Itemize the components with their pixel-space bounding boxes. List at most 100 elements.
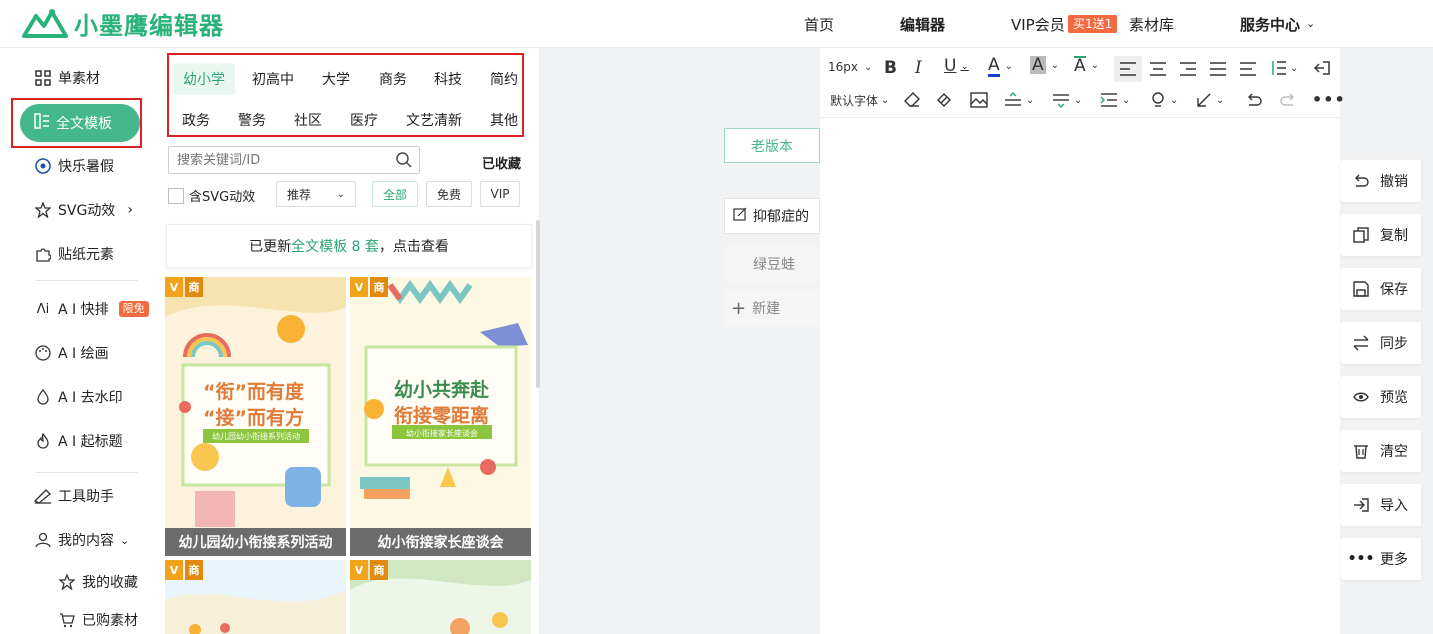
- leftnav-purchased[interactable]: 已购素材: [58, 610, 138, 630]
- category-other[interactable]: 其他: [490, 110, 518, 130]
- new-article-button[interactable]: + 新建: [724, 290, 820, 326]
- leftnav-single-material[interactable]: 单素材: [34, 68, 100, 88]
- align-right-icon[interactable]: [1180, 62, 1196, 76]
- template-card[interactable]: “衔”而有度 “接”而有方 幼儿园幼小衔接系列活动 V商 幼儿园幼小衔接系列活动: [165, 277, 346, 556]
- bulb-icon[interactable]: ⌄: [1150, 92, 1178, 108]
- leftnav-favorites[interactable]: 我的收藏: [58, 572, 138, 592]
- nav-vip[interactable]: VIP会员: [1011, 14, 1065, 35]
- draft-item[interactable]: 绿豆蛙: [724, 246, 820, 282]
- search-icon[interactable]: [395, 151, 413, 173]
- more-button[interactable]: ••• 更多: [1340, 538, 1421, 580]
- category-community[interactable]: 社区: [294, 110, 322, 130]
- font-family-select[interactable]: 默认字体 ⌄: [830, 92, 889, 109]
- format-brush-icon[interactable]: [936, 92, 952, 108]
- category-simple[interactable]: 简约: [490, 69, 518, 89]
- logo[interactable]: 小墨鹰编辑器: [22, 6, 224, 41]
- bold-icon[interactable]: B: [884, 58, 897, 78]
- line-height-icon[interactable]: ⌄: [1270, 60, 1298, 76]
- align-center-icon[interactable]: [1150, 62, 1166, 76]
- v-icon: V: [350, 277, 368, 297]
- category-medical[interactable]: 医疗: [350, 110, 378, 130]
- underline-icon[interactable]: U ⌄: [944, 56, 969, 76]
- arrow-icon[interactable]: ⌄: [1196, 92, 1224, 108]
- undo-button[interactable]: 撤销: [1340, 160, 1421, 202]
- leftnav-ai-draw[interactable]: A I 绘画: [34, 343, 109, 363]
- more-icon[interactable]: •••: [1312, 90, 1346, 109]
- undo-icon[interactable]: [1246, 92, 1262, 108]
- import-button[interactable]: 导入: [1340, 484, 1421, 526]
- thumb-line1: “衔”而有度: [203, 381, 304, 403]
- copy-button[interactable]: 复制: [1340, 214, 1421, 256]
- indent-both-icon[interactable]: ⌄: [1100, 92, 1130, 108]
- leftnav-ai-watermark[interactable]: A I 去水印: [34, 387, 123, 407]
- panel-scrollbar[interactable]: [536, 220, 540, 388]
- italic-icon[interactable]: I: [915, 58, 922, 78]
- import-icon[interactable]: [1314, 60, 1330, 76]
- svg-filter-checkbox[interactable]: 含SVG动效: [168, 186, 255, 205]
- category-university[interactable]: 大学: [322, 69, 350, 89]
- indent-icon[interactable]: [1240, 62, 1256, 76]
- template-card[interactable]: V商: [350, 560, 531, 634]
- vip-corner-badge: V商: [350, 277, 388, 297]
- filter-all[interactable]: 全部: [372, 181, 418, 207]
- nav-materials[interactable]: 素材库: [1129, 14, 1174, 35]
- font-size-select[interactable]: 16px ⌄: [828, 60, 872, 74]
- leftnav-summer[interactable]: 快乐暑假: [34, 156, 114, 176]
- filter-free[interactable]: 免费: [426, 181, 472, 207]
- sync-icon: [1352, 334, 1370, 352]
- leftnav-svg[interactable]: SVG动效 ›: [34, 200, 133, 220]
- old-version-button[interactable]: 老版本: [724, 128, 820, 163]
- font-size-value: 16px: [828, 60, 858, 74]
- nav-home[interactable]: 首页: [804, 14, 834, 35]
- image-icon[interactable]: [970, 92, 988, 108]
- vip-corner-badge: V商: [350, 560, 388, 580]
- leftnav-sticker[interactable]: 贴纸元素: [34, 244, 114, 264]
- template-card[interactable]: 幼小共奔赴 衔接零距离 幼小衔接家长座谈会 V商 幼小衔接家长座谈会: [350, 277, 531, 556]
- align-left-icon[interactable]: [1114, 56, 1142, 82]
- spacing-after-icon[interactable]: ⌄: [1052, 92, 1082, 108]
- sort-select[interactable]: 推荐 ⌄: [276, 181, 356, 207]
- import-icon: [1352, 496, 1370, 514]
- filter-vip[interactable]: VIP: [480, 181, 520, 207]
- category-primary[interactable]: 幼小学: [173, 63, 235, 95]
- chevron-down-icon: ⌄: [881, 95, 890, 106]
- grid-icon: [34, 69, 52, 87]
- eraser-icon[interactable]: [904, 92, 920, 108]
- nav-service[interactable]: 服务中心: [1240, 14, 1300, 35]
- edit-icon: [733, 207, 747, 225]
- font-color-icon[interactable]: A ⌄: [988, 56, 1013, 77]
- preview-button[interactable]: 预览: [1340, 376, 1421, 418]
- sync-button[interactable]: 同步: [1340, 322, 1421, 364]
- chevron-down-icon[interactable]: ⌄: [1306, 17, 1315, 30]
- redo-icon[interactable]: [1280, 92, 1296, 108]
- spacing-before-icon[interactable]: ⌄: [1004, 92, 1034, 108]
- text-effect-icon[interactable]: A ⌄: [1074, 56, 1099, 75]
- leftnav-ai-layout[interactable]: Λi A I 快排 限免: [34, 299, 149, 319]
- leftnav-full-template[interactable]: 全文模板: [20, 104, 140, 142]
- favorites-link[interactable]: 已收藏: [482, 153, 521, 172]
- justify-icon[interactable]: [1210, 62, 1226, 76]
- save-icon: [1352, 280, 1370, 298]
- search-box: [168, 146, 420, 174]
- checkbox[interactable]: [168, 187, 184, 204]
- save-button[interactable]: 保存: [1340, 268, 1421, 310]
- leftnav-tools[interactable]: 工具助手: [34, 486, 114, 506]
- article-item[interactable]: 抑郁症的: [724, 198, 820, 234]
- category-tech[interactable]: 科技: [434, 69, 462, 89]
- highlight-color-icon[interactable]: A ⌄: [1030, 56, 1059, 74]
- editor-area[interactable]: 16px ⌄ B I U ⌄ A ⌄ A ⌄ A ⌄ ⌄ 默认字体 ⌄ ⌄ ⌄ ⌄ ⌄ ⌄ …: [820, 48, 1345, 634]
- category-police[interactable]: 警务: [238, 110, 266, 130]
- editor-toolbar: 16px ⌄ B I U ⌄ A ⌄ A ⌄ A ⌄ ⌄ 默认字体 ⌄ ⌄ ⌄ ⌄ ⌄ ⌄ …: [820, 48, 1345, 118]
- thumb-line1: 幼小共奔赴: [394, 379, 490, 401]
- leftnav-my-content[interactable]: 我的内容 ⌄: [34, 530, 129, 550]
- category-middle-high[interactable]: 初高中: [252, 69, 294, 89]
- template-card[interactable]: V商: [165, 560, 346, 634]
- clear-button[interactable]: 清空: [1340, 430, 1421, 472]
- update-notice[interactable]: 已更新 全文模板 8 套 ，点击查看: [166, 224, 532, 268]
- category-business[interactable]: 商务: [379, 69, 407, 89]
- search-input[interactable]: [169, 147, 379, 173]
- leftnav-ai-title[interactable]: A I 起标题: [34, 431, 123, 451]
- category-literary[interactable]: 文艺清新: [406, 110, 462, 130]
- nav-editor[interactable]: 编辑器: [900, 14, 945, 35]
- category-government[interactable]: 政务: [182, 110, 210, 130]
